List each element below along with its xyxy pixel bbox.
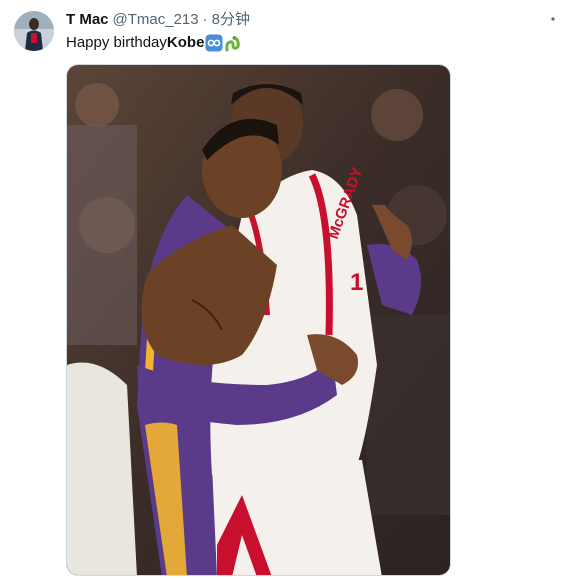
snake-emoji-icon xyxy=(224,34,242,52)
tweet-text: Happy birthday Kobe xyxy=(66,33,242,53)
tweet: T Mac @Tmac_213 · 8分钟 Happy birthday Kob… xyxy=(0,0,568,579)
photo-players-hug: McGRADY 1 xyxy=(67,65,450,575)
author-avatar[interactable] xyxy=(14,11,54,51)
infinity-emoji-icon xyxy=(205,34,223,52)
more-options-icon[interactable] xyxy=(538,8,568,30)
tweet-photo[interactable]: McGRADY 1 xyxy=(66,64,451,576)
separator-dot: · xyxy=(202,11,208,28)
author-name[interactable]: T Mac xyxy=(66,11,109,29)
tweet-header: T Mac @Tmac_213 · 8分钟 xyxy=(66,11,250,29)
tweet-text-prefix: Happy birthday xyxy=(66,34,167,51)
author-handle[interactable]: @Tmac_213 xyxy=(113,11,199,29)
tweet-text-bold: Kobe xyxy=(166,34,205,51)
jersey-number: 1 xyxy=(350,269,363,296)
tweet-timestamp[interactable]: 8分钟 xyxy=(212,11,250,29)
